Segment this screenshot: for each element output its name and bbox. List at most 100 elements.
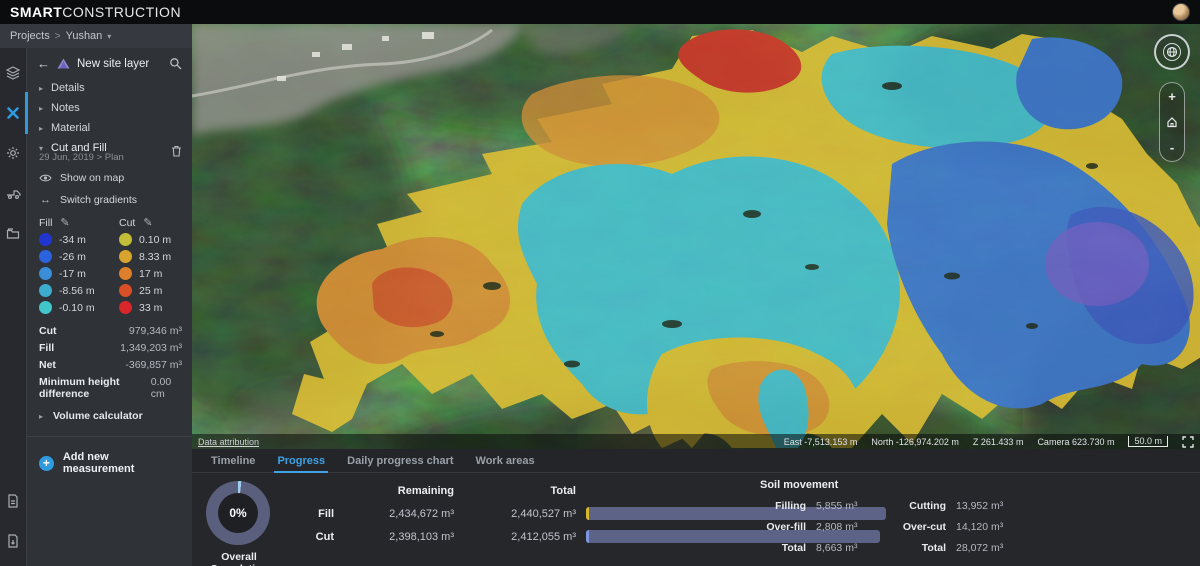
- cut-remaining-value: 2,398,103 m³: [344, 531, 454, 543]
- east-coordinate: East -7,513.153 m: [784, 437, 858, 447]
- folder-icon[interactable]: [0, 218, 27, 248]
- map-3d-view[interactable]: + - Data attribution East -7,513.153 m N…: [192, 24, 1200, 449]
- brand-logo: SMARTCONSTRUCTION: [10, 4, 181, 20]
- layer-detail-panel: ← New site layer ▸ Details ▸ Notes ▸ Mat…: [27, 48, 192, 566]
- volume-calculator-label: Volume calculator: [53, 410, 143, 422]
- legend-value: 25 m: [139, 285, 162, 297]
- switch-gradients-button[interactable]: ↔ Switch gradients: [27, 190, 192, 210]
- plus-circle-icon: +: [39, 456, 54, 471]
- chevron-right-icon: ▸: [39, 84, 51, 93]
- user-avatar[interactable]: [1172, 3, 1190, 21]
- gear-icon[interactable]: [0, 138, 27, 168]
- tab-daily-progress-chart[interactable]: Daily progress chart: [336, 449, 464, 472]
- color-swatch: [119, 301, 132, 314]
- color-swatch: [39, 233, 52, 246]
- stat-row-net: Net -369,857 m³: [27, 356, 192, 373]
- eye-icon: [39, 173, 52, 183]
- legend-value: 17 m: [139, 268, 162, 280]
- trash-icon[interactable]: [171, 144, 182, 162]
- brand-bold: SMART: [10, 4, 62, 20]
- edit-pencil-icon[interactable]: ✎: [143, 216, 152, 229]
- cut-fill-stats: Cut979,346 m³ Fill1,349,203 m³ Net -369,8…: [27, 322, 192, 402]
- camera-altitude: Camera 623.730 m: [1037, 437, 1114, 447]
- cut-legend-item: 17 m: [119, 265, 192, 282]
- legend-value: -17 m: [59, 268, 86, 280]
- zoom-out-button[interactable]: -: [1170, 141, 1174, 154]
- bottom-panel: Timeline Progress Daily progress chart W…: [192, 449, 1200, 566]
- soil-label: Total: [760, 542, 806, 554]
- chevron-down-icon[interactable]: ▾: [107, 32, 111, 41]
- soil-label: Total: [890, 542, 946, 554]
- swap-arrows-icon: ↔: [39, 194, 52, 206]
- row-label-fill: Fill: [304, 508, 334, 520]
- compass-control[interactable]: [1154, 34, 1190, 70]
- stat-label: Net: [39, 359, 56, 371]
- stat-row-cut: Cut979,346 m³: [27, 322, 192, 339]
- volume-calculator-expander[interactable]: ▸ Volume calculator: [27, 402, 192, 430]
- zoom-in-button[interactable]: +: [1168, 90, 1176, 103]
- tree-item-notes[interactable]: ▸ Notes: [27, 98, 192, 118]
- legend-value: 8.33 m: [139, 251, 171, 263]
- truck-icon[interactable]: [0, 178, 27, 208]
- panel-header: ← New site layer: [27, 48, 192, 78]
- site-layer-icon: [57, 58, 70, 69]
- fullscreen-icon[interactable]: [1182, 436, 1194, 448]
- brand-light: CONSTRUCTION: [62, 4, 181, 20]
- stat-value: 979,346 m³: [129, 325, 182, 337]
- data-attribution-link[interactable]: Data attribution: [198, 437, 259, 447]
- cut-total-value: 2,412,055 m³: [464, 531, 576, 543]
- soil-value: 13,952 m³: [956, 500, 1028, 512]
- fill-gradient-label: Fill: [39, 217, 52, 229]
- tab-progress[interactable]: Progress: [266, 449, 336, 472]
- legend-value: -26 m: [59, 251, 86, 263]
- stat-row-fill: Fill1,349,203 m³: [27, 339, 192, 356]
- gradient-legend: -34 m 0.10 m -26 m 8.33 m -17 m 17 m -8.…: [27, 231, 192, 316]
- cut-gradient-label: Cut: [119, 217, 135, 229]
- soil-label: Over-fill: [760, 521, 806, 533]
- color-swatch: [39, 267, 52, 280]
- cut-fill-tool-icon[interactable]: [0, 98, 27, 128]
- document-report-icon[interactable]: [0, 486, 27, 516]
- stat-value: 1,349,203 m³: [120, 342, 182, 354]
- z-coordinate: Z 261.433 m: [973, 437, 1024, 447]
- icon-rail: [0, 48, 27, 566]
- breadcrumb-current-project[interactable]: Yushan: [66, 30, 103, 42]
- breadcrumb-projects[interactable]: Projects: [10, 30, 50, 42]
- cut-fill-date-label: 29 Jun, 2019 > Plan: [39, 152, 192, 166]
- app-window: SMARTCONSTRUCTION Projects > Yushan ▾: [0, 0, 1200, 566]
- globe-icon: [1163, 43, 1181, 61]
- tree-item-cut-and-fill[interactable]: ▾ Cut and Fill: [27, 138, 192, 154]
- home-view-button[interactable]: [1166, 116, 1178, 128]
- search-icon[interactable]: [169, 57, 182, 70]
- layers-icon[interactable]: [0, 58, 27, 88]
- color-swatch: [119, 250, 132, 263]
- soil-label: Over-cut: [890, 521, 946, 533]
- map-status-bar: Data attribution East -7,513.153 m North…: [192, 434, 1200, 449]
- tab-work-areas[interactable]: Work areas: [465, 449, 546, 472]
- document-export-icon[interactable]: [0, 526, 27, 556]
- remaining-header: Remaining: [344, 485, 454, 497]
- stat-value: -369,857 m³: [125, 359, 182, 371]
- tree-item-details[interactable]: ▸ Details: [27, 78, 192, 98]
- tree-item-material[interactable]: ▸ Material: [27, 118, 192, 138]
- cut-legend-item: 0.10 m: [119, 231, 192, 248]
- tab-timeline[interactable]: Timeline: [200, 449, 266, 472]
- stat-label: Minimum height difference: [39, 376, 151, 400]
- add-new-measurement-button[interactable]: + Add new measurement: [27, 437, 192, 485]
- completion-percent: 0%: [218, 493, 258, 533]
- gradient-headers: Fill ✎ Cut ✎: [27, 210, 192, 231]
- chevron-right-icon: ▸: [39, 124, 51, 133]
- show-on-map-toggle[interactable]: Show on map: [27, 168, 192, 188]
- fill-remaining-value: 2,434,672 m³: [344, 508, 454, 520]
- bottom-tabbar: Timeline Progress Daily progress chart W…: [192, 449, 1200, 473]
- soil-value: 5,855 m³: [816, 500, 880, 512]
- fill-legend-item: -17 m: [39, 265, 119, 282]
- cut-done-sliver: [586, 530, 589, 543]
- fill-legend-item: -8.56 m: [39, 282, 119, 299]
- fill-legend-item: -26 m: [39, 248, 119, 265]
- chevron-right-icon: ▸: [39, 412, 53, 421]
- back-arrow-icon[interactable]: ←: [37, 57, 50, 70]
- edit-pencil-icon[interactable]: ✎: [60, 216, 69, 229]
- map-scale-bar: 50.0 m: [1128, 436, 1168, 447]
- color-swatch: [119, 284, 132, 297]
